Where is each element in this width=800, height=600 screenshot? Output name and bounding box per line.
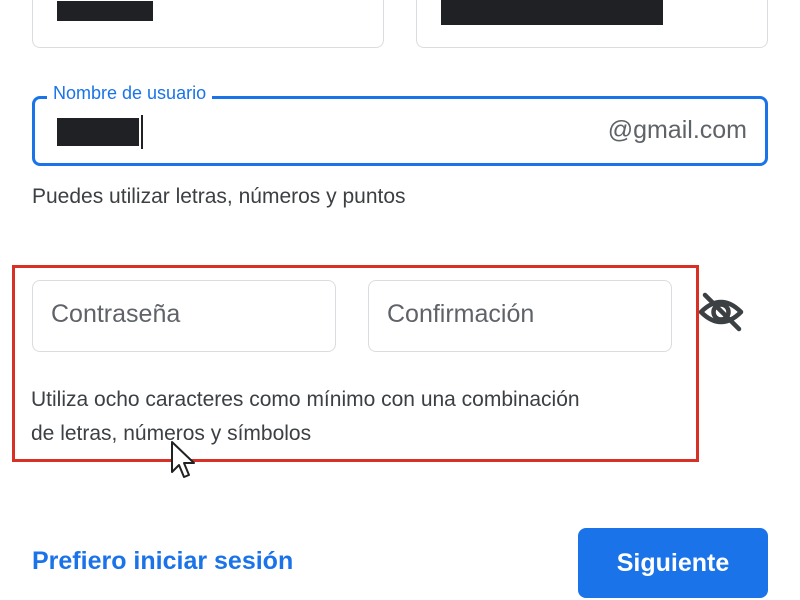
last-name-redacted-value xyxy=(441,0,663,25)
username-helper-text: Puedes utilizar letras, números y puntos xyxy=(32,185,406,208)
password-helper-line-1: Utiliza ocho caracteres como mínimo con … xyxy=(31,388,580,411)
last-name-field[interactable] xyxy=(416,0,768,48)
username-redacted-value xyxy=(57,118,139,146)
username-label: Nombre de usuario xyxy=(47,83,213,103)
confirm-password-placeholder: Confirmación xyxy=(387,300,535,328)
first-name-field[interactable] xyxy=(32,0,384,48)
confirm-password-field[interactable]: Confirmación xyxy=(368,280,672,352)
username-suffix: @gmail.com xyxy=(607,116,747,144)
password-placeholder: Contraseña xyxy=(51,300,181,328)
password-field[interactable]: Contraseña xyxy=(32,280,336,352)
signin-instead-link[interactable]: Prefiero iniciar sesión xyxy=(32,547,293,576)
first-name-redacted-value xyxy=(57,1,153,21)
text-cursor xyxy=(141,115,143,149)
eye-off-icon[interactable] xyxy=(697,290,745,334)
next-button[interactable]: Siguiente xyxy=(578,528,768,598)
password-helper-line-2: de letras, números y símbolos xyxy=(31,422,312,445)
username-field[interactable]: @gmail.com xyxy=(32,96,768,166)
